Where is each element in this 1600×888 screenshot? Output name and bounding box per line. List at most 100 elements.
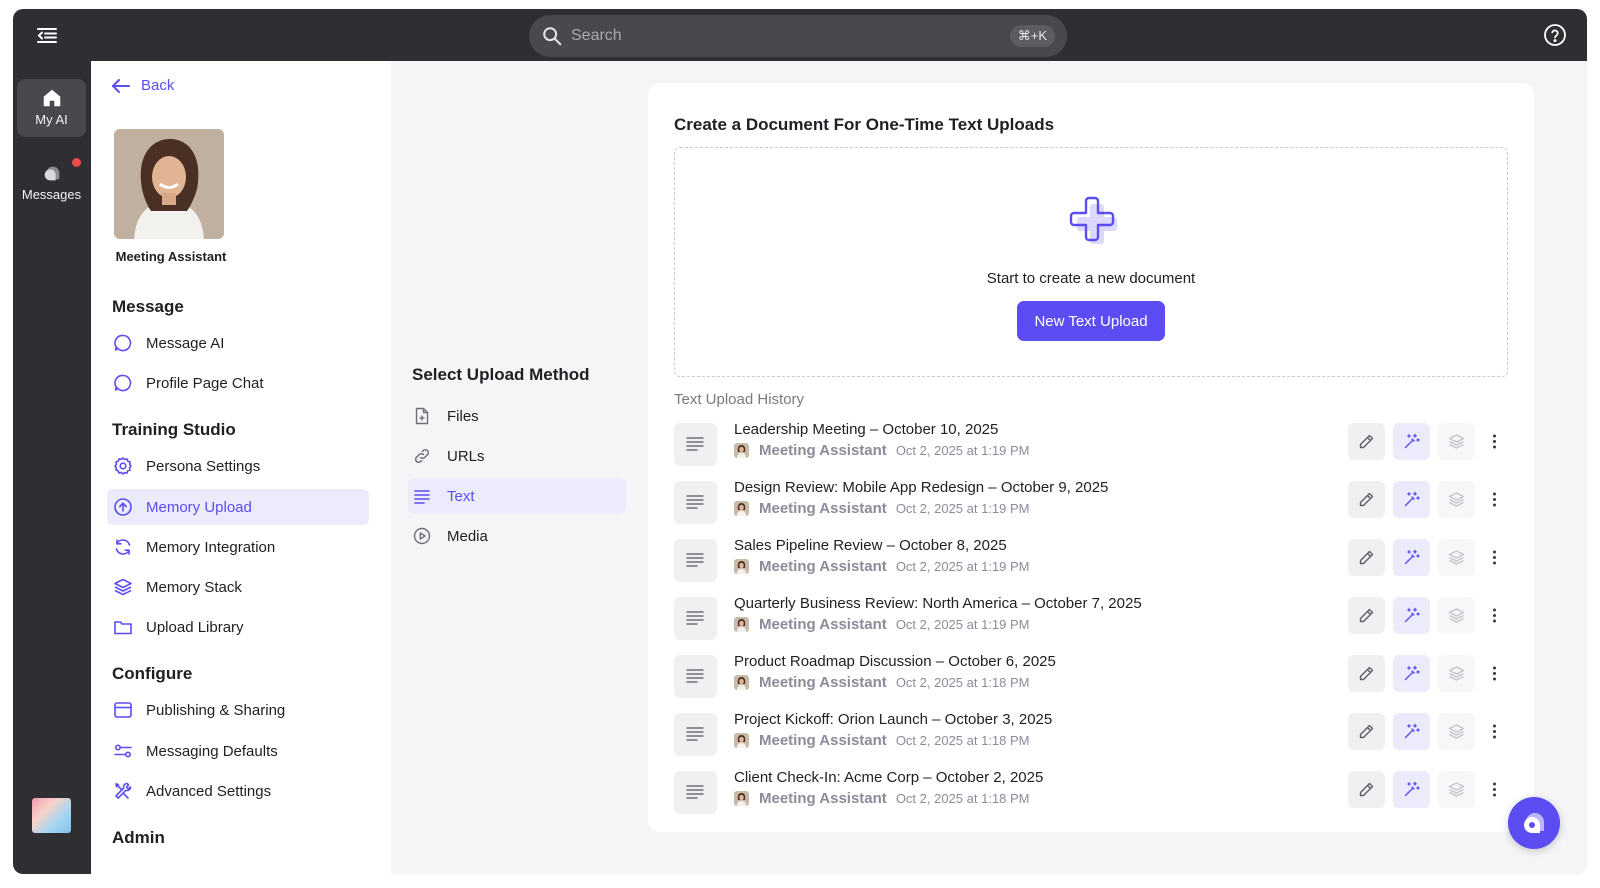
history-row[interactable]: Sales Pipeline Review – October 8, 2025 … bbox=[674, 537, 1508, 585]
author-avatar bbox=[734, 617, 749, 632]
more-options-button[interactable] bbox=[1482, 713, 1508, 750]
history-row[interactable]: Quarterly Business Review: North America… bbox=[674, 595, 1508, 643]
ai-enhance-button[interactable] bbox=[1393, 423, 1430, 460]
history-row[interactable]: Design Review: Mobile App Redesign – Oct… bbox=[674, 479, 1508, 527]
row-date: Oct 2, 2025 at 1:19 PM bbox=[895, 501, 1030, 516]
edit-button[interactable] bbox=[1348, 481, 1385, 518]
row-meta: Meeting Assistant Oct 2, 2025 at 1:19 PM bbox=[734, 500, 1030, 517]
add-to-stack-button[interactable] bbox=[1438, 655, 1475, 692]
row-title[interactable]: Design Review: Mobile App Redesign – Oct… bbox=[734, 479, 1108, 496]
edit-button[interactable] bbox=[1348, 771, 1385, 808]
sidebar-item-upload-library[interactable]: Upload Library bbox=[107, 609, 369, 645]
method-media[interactable]: Media bbox=[408, 518, 626, 554]
row-author: Meeting Assistant bbox=[759, 616, 887, 633]
sidebar-item-profile-page-chat[interactable]: Profile Page Chat bbox=[107, 365, 369, 401]
row-meta: Meeting Assistant Oct 2, 2025 at 1:18 PM bbox=[734, 790, 1030, 807]
search-input[interactable] bbox=[571, 15, 991, 57]
layers-icon bbox=[1448, 492, 1465, 507]
sidebar-item-advanced-settings[interactable]: Advanced Settings bbox=[107, 773, 369, 809]
add-to-stack-button[interactable] bbox=[1438, 771, 1475, 808]
sidebar-item-publishing-sharing[interactable]: Publishing & Sharing bbox=[107, 692, 369, 728]
edit-button[interactable] bbox=[1348, 539, 1385, 576]
new-text-upload-button[interactable]: New Text Upload bbox=[1017, 301, 1165, 341]
author-avatar bbox=[734, 443, 749, 458]
sidebar-item-memory-upload[interactable]: Memory Upload bbox=[107, 489, 369, 525]
ai-enhance-button[interactable] bbox=[1393, 771, 1430, 808]
author-avatar bbox=[734, 791, 749, 806]
add-to-stack-button[interactable] bbox=[1438, 481, 1475, 518]
edit-button[interactable] bbox=[1348, 655, 1385, 692]
row-title[interactable]: Sales Pipeline Review – October 8, 2025 bbox=[734, 537, 1007, 554]
author-avatar bbox=[734, 559, 749, 574]
edit-button[interactable] bbox=[1348, 713, 1385, 750]
section-title-training-studio: Training Studio bbox=[112, 420, 236, 439]
sidebar-item-message-ai[interactable]: Message AI bbox=[107, 325, 369, 361]
edit-button[interactable] bbox=[1348, 597, 1385, 634]
pencil-icon bbox=[1359, 434, 1374, 449]
add-to-stack-button[interactable] bbox=[1438, 423, 1475, 460]
back-label: Back bbox=[141, 77, 175, 94]
section-title-admin: Admin bbox=[112, 828, 165, 847]
back-link[interactable]: Back bbox=[111, 77, 174, 94]
magic-wand-icon bbox=[1404, 781, 1420, 797]
history-row[interactable]: Leadership Meeting – October 10, 2025 Me… bbox=[674, 421, 1508, 469]
more-options-button[interactable] bbox=[1482, 655, 1508, 692]
layers-icon bbox=[1448, 550, 1465, 565]
sidebar-item-persona-settings[interactable]: Persona Settings bbox=[107, 448, 369, 484]
row-author: Meeting Assistant bbox=[759, 442, 887, 459]
search-bar[interactable]: ⌘+K bbox=[529, 15, 1067, 57]
method-text[interactable]: Text bbox=[408, 478, 626, 514]
persona-avatar[interactable] bbox=[114, 129, 224, 239]
row-title[interactable]: Project Kickoff: Orion Launch – October … bbox=[734, 711, 1052, 728]
ai-enhance-button[interactable] bbox=[1393, 597, 1430, 634]
shortcut-badge: ⌘+K bbox=[1009, 25, 1055, 47]
magic-wand-icon bbox=[1404, 607, 1420, 623]
row-meta: Meeting Assistant Oct 2, 2025 at 1:19 PM bbox=[734, 616, 1030, 633]
row-title[interactable]: Quarterly Business Review: North America… bbox=[734, 595, 1142, 612]
ai-enhance-button[interactable] bbox=[1393, 655, 1430, 692]
row-date: Oct 2, 2025 at 1:18 PM bbox=[895, 675, 1030, 690]
document-icon bbox=[674, 481, 717, 524]
help-icon[interactable] bbox=[1543, 23, 1567, 47]
add-to-stack-button[interactable] bbox=[1438, 539, 1475, 576]
more-options-button[interactable] bbox=[1482, 771, 1508, 808]
history-row[interactable]: Project Kickoff: Orion Launch – October … bbox=[674, 711, 1508, 759]
sidebar-toggle-icon[interactable] bbox=[35, 23, 59, 47]
ai-enhance-button[interactable] bbox=[1393, 713, 1430, 750]
workspace-thumbnail[interactable] bbox=[32, 798, 71, 833]
sidebar-item-memory-integration[interactable]: Memory Integration bbox=[107, 529, 369, 565]
create-document-dropzone[interactable]: Start to create a new document New Text … bbox=[674, 147, 1508, 377]
history-row[interactable]: Client Check-In: Acme Corp – October 2, … bbox=[674, 769, 1508, 817]
sidebar-item-memory-stack[interactable]: Memory Stack bbox=[107, 569, 369, 605]
section-title-configure: Configure bbox=[112, 664, 193, 683]
plus-icon bbox=[1065, 192, 1121, 248]
more-vertical-icon bbox=[1493, 434, 1496, 449]
row-author: Meeting Assistant bbox=[759, 558, 887, 575]
method-files[interactable]: Files bbox=[408, 398, 626, 434]
document-icon bbox=[674, 655, 717, 698]
edit-button[interactable] bbox=[1348, 423, 1385, 460]
history-row[interactable]: Product Roadmap Discussion – October 6, … bbox=[674, 653, 1508, 701]
more-vertical-icon bbox=[1493, 608, 1496, 623]
rail-item-messages[interactable]: Messages bbox=[17, 154, 86, 212]
more-options-button[interactable] bbox=[1482, 539, 1508, 576]
add-to-stack-button[interactable] bbox=[1438, 713, 1475, 750]
rail-item-my-ai[interactable]: My AI bbox=[17, 79, 86, 137]
file-plus-icon bbox=[415, 407, 429, 425]
chat-launcher-button[interactable] bbox=[1508, 797, 1560, 849]
more-options-button[interactable] bbox=[1482, 423, 1508, 460]
ai-enhance-button[interactable] bbox=[1393, 481, 1430, 518]
sidebar-item-messaging-defaults[interactable]: Messaging Defaults bbox=[107, 733, 369, 769]
layers-icon bbox=[1448, 434, 1465, 449]
ai-enhance-button[interactable] bbox=[1393, 539, 1430, 576]
row-title[interactable]: Client Check-In: Acme Corp – October 2, … bbox=[734, 769, 1043, 786]
more-options-button[interactable] bbox=[1482, 481, 1508, 518]
magic-wand-icon bbox=[1404, 665, 1420, 681]
pencil-icon bbox=[1359, 724, 1374, 739]
method-urls[interactable]: URLs bbox=[408, 438, 626, 474]
more-options-button[interactable] bbox=[1482, 597, 1508, 634]
row-title[interactable]: Leadership Meeting – October 10, 2025 bbox=[734, 421, 998, 438]
row-title[interactable]: Product Roadmap Discussion – October 6, … bbox=[734, 653, 1056, 670]
chat-bubble-icon bbox=[114, 334, 132, 352]
add-to-stack-button[interactable] bbox=[1438, 597, 1475, 634]
